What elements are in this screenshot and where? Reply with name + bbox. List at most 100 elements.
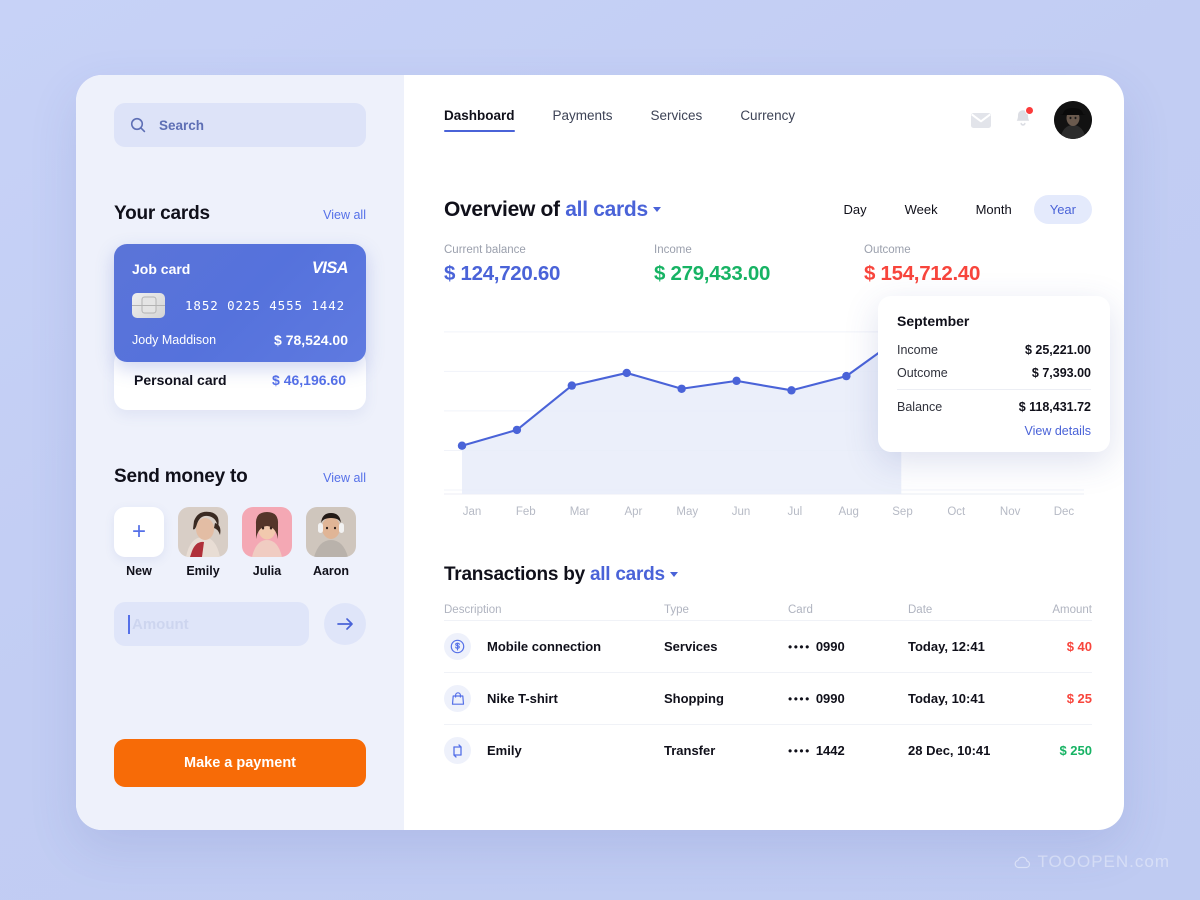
tooltip-value: $ 7,393.00 bbox=[1031, 366, 1091, 380]
tooltip-value: $ 118,431.72 bbox=[1018, 400, 1091, 414]
transaction-date: Today, 10:41 bbox=[908, 691, 985, 706]
card-mask-dots: •••• bbox=[788, 743, 811, 758]
tooltip-row-outcome: Outcome $ 7,393.00 bbox=[897, 366, 1091, 380]
view-details-link[interactable]: View details bbox=[897, 424, 1091, 438]
personal-card-amount: $ 46,196.60 bbox=[272, 372, 346, 388]
range-week[interactable]: Week bbox=[889, 195, 954, 224]
overview-card-filter[interactable]: all cards bbox=[565, 198, 648, 221]
transfer-icon bbox=[444, 737, 471, 764]
tab-payments[interactable]: Payments bbox=[553, 108, 613, 132]
stat-value: $ 124,720.60 bbox=[444, 262, 561, 285]
cell-card: •••• 1442 bbox=[788, 742, 908, 760]
job-card[interactable]: Job card VISA 1852 0225 4555 1442 Jody M… bbox=[114, 244, 366, 362]
plus-icon: + bbox=[131, 518, 146, 545]
overview-title: Overview of all cards bbox=[444, 198, 661, 222]
month-label: Oct bbox=[947, 506, 966, 518]
transactions-card-filter[interactable]: all cards bbox=[590, 564, 665, 585]
person-photo-icon bbox=[242, 507, 292, 557]
notification-badge bbox=[1025, 105, 1034, 115]
shopping-bag-icon bbox=[444, 685, 471, 712]
tab-services[interactable]: Services bbox=[651, 108, 703, 132]
avatar-aaron[interactable] bbox=[306, 507, 356, 557]
transaction-description: Mobile connection bbox=[487, 639, 602, 654]
month-label: Mar bbox=[569, 506, 590, 518]
cell-description: Nike T-shirt bbox=[444, 685, 664, 712]
notifications-button[interactable] bbox=[1014, 105, 1034, 133]
table-row[interactable]: Emily Transfer •••• 1442 28 Dec, 10:41 $ … bbox=[444, 724, 1092, 776]
transaction-type: Services bbox=[664, 639, 718, 654]
month-label: Feb bbox=[515, 506, 536, 518]
avatar-julia[interactable] bbox=[242, 507, 292, 557]
job-card-top: Job card VISA bbox=[132, 259, 349, 278]
chevron-down-icon[interactable] bbox=[652, 207, 661, 213]
table-row[interactable]: Mobile connection Services •••• 0990 Toda… bbox=[444, 620, 1092, 672]
balance-chart[interactable]: Jan Feb Mar Apr May Jun Jul Aug Sep Oct Nov Dec Sep… bbox=[444, 296, 1110, 530]
mail-icon[interactable] bbox=[970, 112, 992, 129]
avatar-emily[interactable] bbox=[178, 507, 228, 557]
tooltip-value: $ 25,221.00 bbox=[1024, 343, 1091, 357]
add-person-tile[interactable]: + bbox=[114, 507, 164, 557]
avatar-photo-icon bbox=[1054, 101, 1092, 139]
job-card-middle: 1852 0225 4555 1442 bbox=[132, 292, 348, 318]
stat-value: $ 279,433.00 bbox=[654, 262, 771, 285]
transaction-amount: $ 40 bbox=[1066, 639, 1092, 654]
stat-value: $ 154,712.40 bbox=[864, 262, 981, 285]
card-last4: 0990 bbox=[815, 690, 845, 706]
person-name: Julia bbox=[252, 564, 282, 578]
job-card-bottom: Jody Maddison $ 78,524.00 bbox=[132, 332, 348, 348]
personal-card-label: Personal card bbox=[134, 372, 227, 388]
search-input[interactable]: Search bbox=[114, 103, 366, 147]
card-last4: 0990 bbox=[815, 638, 845, 654]
tooltip-row-balance: Balance $ 118,431.72 bbox=[897, 400, 1091, 414]
person-julia[interactable]: Julia bbox=[242, 507, 292, 578]
cell-description: Mobile connection bbox=[444, 633, 664, 660]
chart-x-axis: Jan Feb Mar Apr May Jun Jul Aug Sep Oct Nov Dec bbox=[444, 506, 1092, 518]
range-year[interactable]: Year bbox=[1033, 195, 1092, 224]
transaction-date: 28 Dec, 10:41 bbox=[908, 743, 991, 758]
transaction-amount: $ 25 bbox=[1066, 691, 1092, 706]
month-label: Dec bbox=[1053, 506, 1075, 518]
overview-header: Overview of all cards Day Week Month Yea… bbox=[444, 195, 1092, 224]
watermark-text: TOOOPEN.com bbox=[1037, 852, 1170, 871]
cell-card: •••• 0990 bbox=[788, 638, 908, 656]
transaction-type: Transfer bbox=[664, 743, 716, 758]
column-header-card: Card bbox=[788, 604, 813, 616]
transaction-description: Emily bbox=[487, 743, 522, 758]
transaction-amount: $ 250 bbox=[1059, 743, 1092, 758]
send-money-view-all[interactable]: View all bbox=[323, 471, 366, 485]
month-label: Jul bbox=[787, 506, 803, 518]
table-header-row: Description Type Card Date Amount bbox=[444, 604, 1092, 620]
your-cards-view-all[interactable]: View all bbox=[323, 208, 366, 222]
app-window: Search Your cards View all Job card VISA… bbox=[76, 75, 1124, 830]
tab-currency[interactable]: Currency bbox=[740, 108, 795, 132]
search-icon bbox=[130, 117, 146, 133]
month-label: May bbox=[676, 506, 699, 518]
stat-outcome: Outcome $ 154,712.40 bbox=[864, 244, 1074, 286]
chevron-down-icon[interactable] bbox=[669, 572, 678, 578]
make-payment-button[interactable]: Make a payment bbox=[114, 739, 366, 787]
tooltip-title: September bbox=[897, 313, 970, 329]
person-new[interactable]: + New bbox=[114, 507, 164, 578]
month-label: Sep bbox=[892, 506, 913, 518]
person-name: Emily bbox=[186, 564, 220, 578]
range-day[interactable]: Day bbox=[827, 195, 882, 224]
month-label: Jun bbox=[731, 506, 751, 518]
range-month[interactable]: Month bbox=[960, 195, 1028, 224]
stats-row: Current balance $ 124,720.60 Income $ 27… bbox=[444, 244, 1092, 286]
tooltip-key: Income bbox=[897, 343, 938, 357]
person-name: Aaron bbox=[312, 564, 350, 578]
avatar[interactable] bbox=[1054, 101, 1092, 139]
tooltip-row-income: Income $ 25,221.00 bbox=[897, 343, 1091, 357]
search-placeholder: Search bbox=[159, 117, 205, 133]
month-label: Nov bbox=[999, 506, 1021, 518]
person-aaron[interactable]: Aaron bbox=[306, 507, 356, 578]
card-chip-icon bbox=[132, 292, 165, 318]
header-icons bbox=[970, 101, 1092, 139]
tab-dashboard[interactable]: Dashboard bbox=[444, 108, 515, 132]
dollar-circle-icon bbox=[444, 633, 471, 660]
table-row[interactable]: Nike T-shirt Shopping •••• 0990 Today, 10… bbox=[444, 672, 1092, 724]
send-money-button[interactable] bbox=[324, 603, 366, 645]
card-last4: 1442 bbox=[815, 742, 845, 758]
amount-input[interactable]: Amount bbox=[114, 602, 309, 646]
person-emily[interactable]: Emily bbox=[178, 507, 228, 578]
